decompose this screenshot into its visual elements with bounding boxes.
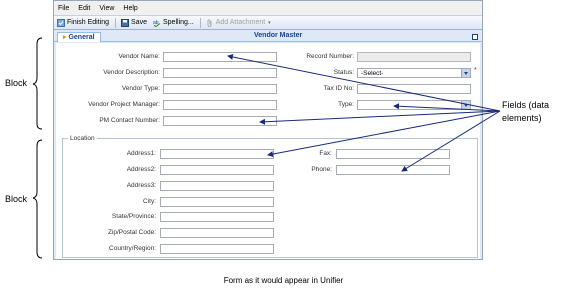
block-brace-bottom [32, 139, 43, 259]
vendor-type-label: Vendor Type: [121, 85, 160, 92]
menu-file[interactable]: File [58, 5, 69, 12]
address1-field[interactable] [160, 149, 274, 159]
address2-field[interactable] [160, 165, 274, 175]
add-attachment-label: Add Attachment [215, 19, 266, 26]
spelling-icon: ab [153, 20, 161, 27]
zip-postal-code-label: Zip/Postal Code: [107, 229, 156, 236]
menu-bar: File Edit View Help [54, 1, 482, 15]
block-annotation-top: Block [5, 78, 28, 88]
menu-view[interactable]: View [99, 5, 114, 12]
fields-annotation-line2: elements) [502, 113, 542, 123]
location-legend: Location [68, 135, 97, 142]
finish-editing-label: Finish Editing [67, 19, 110, 26]
address3-label: Address3: [126, 182, 156, 189]
vendor-name-label: Vendor Name: [118, 53, 160, 60]
collapse-icon[interactable] [472, 34, 478, 40]
block-annotation-bottom: Block [5, 194, 28, 204]
status-select[interactable]: -Select- [357, 68, 471, 78]
zip-postal-code-field[interactable] [160, 228, 274, 238]
save-icon [121, 18, 130, 27]
menu-help[interactable]: Help [123, 5, 137, 12]
fields-annotation-line1: Fields (data [502, 100, 550, 110]
address2-label: Address2: [126, 166, 156, 173]
chevron-down-icon[interactable] [461, 101, 470, 109]
tab-general-label: General [68, 34, 95, 41]
chevron-down-icon[interactable] [461, 69, 470, 77]
pm-contact-number-label: PM Contact Number: [99, 117, 160, 124]
spelling-label: Spelling... [163, 19, 194, 26]
vendor-project-manager-field[interactable] [163, 100, 277, 110]
menu-edit[interactable]: Edit [78, 5, 90, 12]
status-label: Status: [333, 69, 354, 76]
vendor-description-label: Vendor Description: [103, 69, 160, 76]
save-button[interactable]: Save [121, 18, 147, 27]
vendor-description-field[interactable] [163, 68, 277, 78]
chevron-down-icon: ▾ [268, 19, 271, 26]
add-attachment-button[interactable]: Add Attachment ▾ [206, 18, 271, 27]
required-marker: * [474, 67, 477, 74]
vendor-project-manager-label: Vendor Project Manager: [88, 101, 160, 108]
state-province-label: State/Province: [111, 213, 156, 220]
status-selected-value: -Select- [361, 70, 384, 77]
phone-field[interactable] [336, 165, 450, 175]
country-region-field[interactable] [160, 244, 274, 254]
block-brace-top [32, 37, 43, 130]
type-label: Type: [338, 101, 354, 108]
finish-editing-button[interactable]: Finish Editing [57, 18, 110, 27]
address3-field[interactable] [160, 181, 274, 191]
record-number-field [357, 52, 471, 62]
figure-caption: Form as it would appear in Unifier [223, 276, 344, 285]
city-label: City: [143, 198, 156, 205]
spelling-button[interactable]: ab Spelling... [153, 19, 194, 27]
record-number-label: Record Number: [306, 53, 354, 60]
tax-id-label: Tax ID No: [323, 85, 354, 92]
city-field[interactable] [160, 197, 274, 207]
state-province-field[interactable] [160, 212, 274, 222]
save-label: Save [131, 19, 147, 26]
pm-contact-number-field[interactable] [163, 116, 277, 126]
paperclip-icon [207, 18, 212, 27]
fax-label: Fax: [319, 150, 332, 157]
toolbar: Finish Editing Save ab Spelling... Add A… [54, 15, 482, 30]
general-tab-icon: ▸ [63, 34, 67, 41]
form-title: Vendor Master [254, 32, 303, 39]
vendor-name-field[interactable] [163, 52, 277, 62]
fax-field[interactable] [336, 149, 450, 159]
tax-id-field[interactable] [357, 84, 471, 94]
address1-label: Address1: [126, 150, 156, 157]
finish-editing-icon [57, 18, 65, 27]
tab-general[interactable]: ▸ General [57, 32, 101, 42]
phone-label: Phone: [311, 166, 332, 173]
type-select[interactable] [357, 100, 471, 110]
toolbar-separator [199, 17, 201, 28]
country-region-label: Country/Region: [109, 245, 156, 252]
vendor-type-field[interactable] [163, 84, 277, 94]
toolbar-separator [115, 17, 117, 28]
